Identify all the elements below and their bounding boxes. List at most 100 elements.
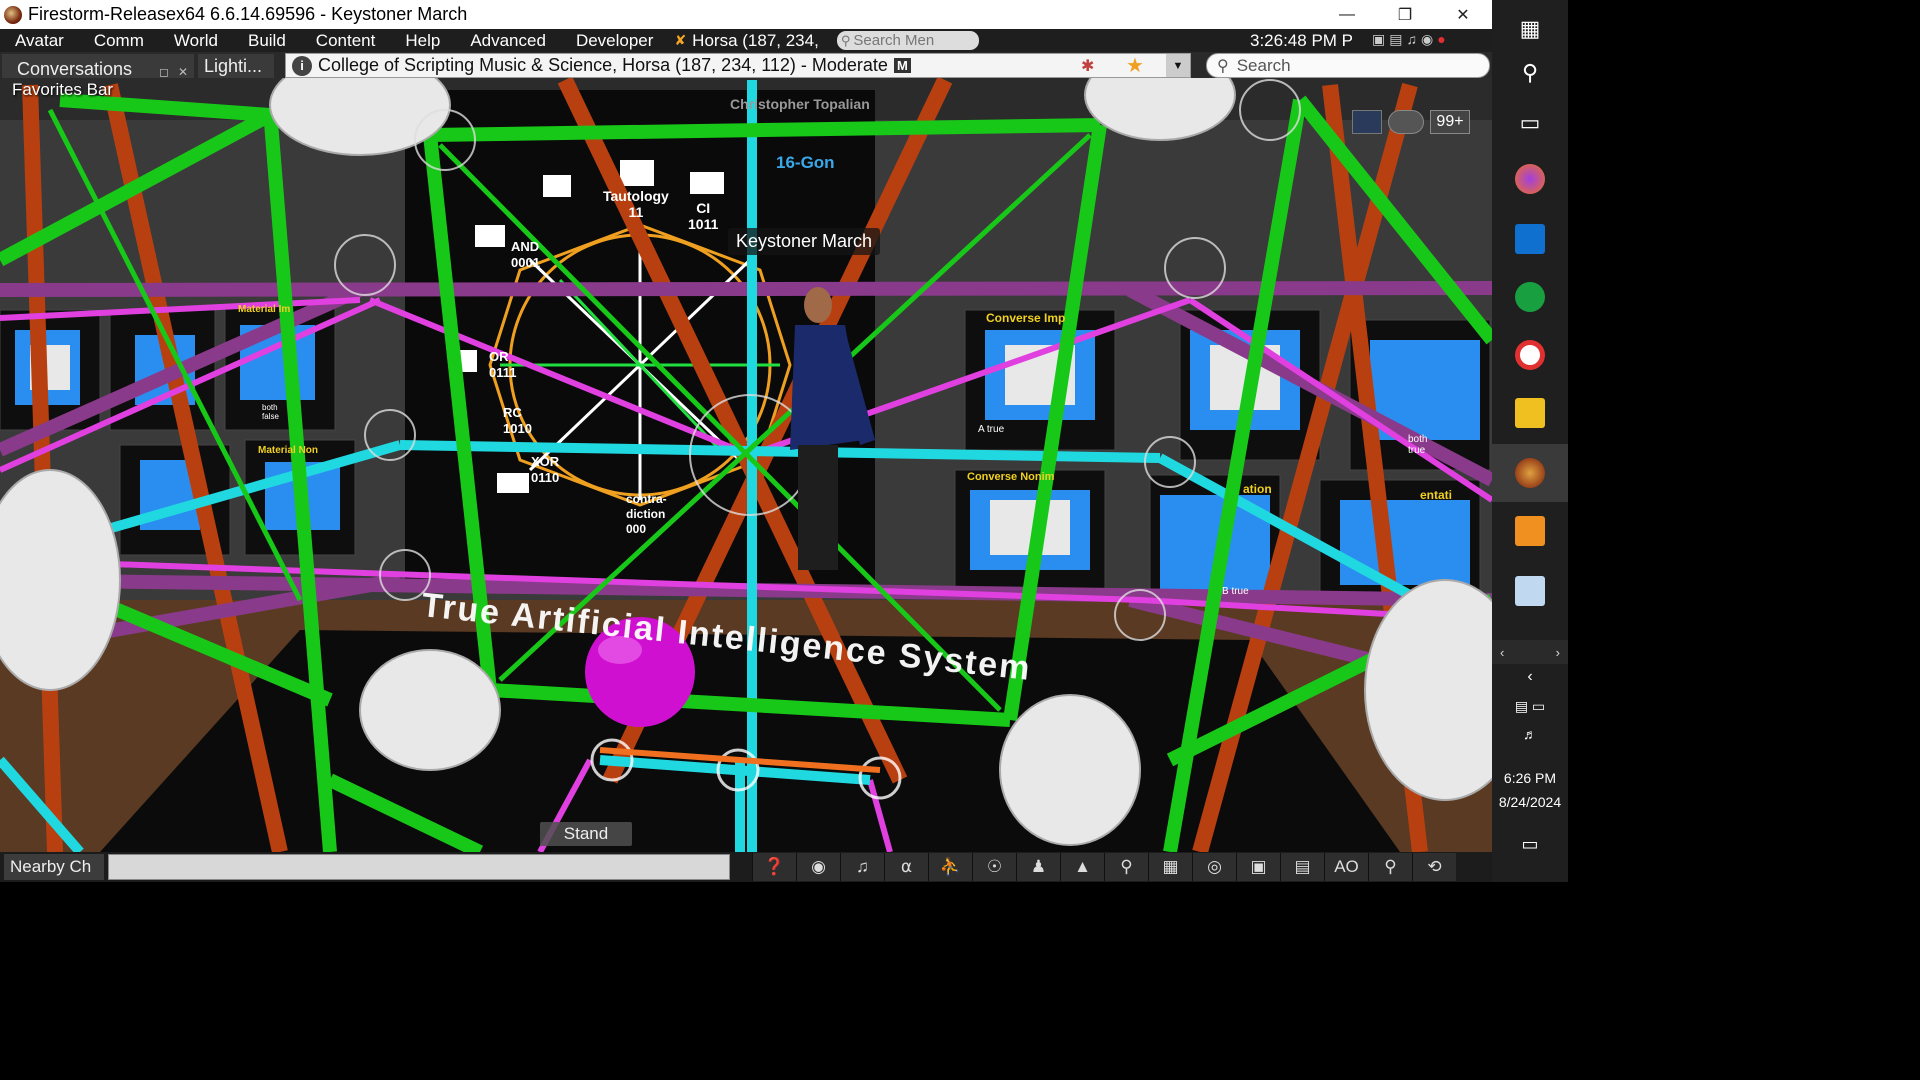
info-icon[interactable]: i xyxy=(292,55,312,76)
panel-label-entati: entati xyxy=(1420,488,1453,502)
firestorm-taskbar-icon[interactable] xyxy=(1492,444,1568,502)
firefox-icon[interactable] xyxy=(1492,150,1568,208)
m-app-icon[interactable] xyxy=(1492,210,1568,268)
ao-button[interactable]: AO xyxy=(1324,853,1368,881)
menu-developer[interactable]: Developer xyxy=(561,31,669,51)
network-icon[interactable]: ▤ ▭ xyxy=(1492,698,1568,715)
menu-bar: Avatar Comm World Build Content Help Adv… xyxy=(0,29,1492,52)
taskbar-date[interactable]: 8/24/2024 xyxy=(1492,794,1568,810)
media-icon[interactable]: ◉ xyxy=(1421,31,1433,48)
label-contradiction-sub: 000 xyxy=(626,522,647,536)
label-rc: RC 1010 xyxy=(503,405,532,437)
yellow-app-icon[interactable] xyxy=(1492,384,1568,442)
menu-advanced[interactable]: Advanced xyxy=(455,31,561,51)
parcel-flags-icon[interactable]: ✱ xyxy=(1081,56,1094,76)
taskbar-time[interactable]: 6:26 PM xyxy=(1492,770,1568,786)
restore-icon[interactable]: ❐ xyxy=(1376,0,1434,29)
menu-help[interactable]: Help xyxy=(390,31,455,51)
bottom-bar: Nearby Ch ❓ ◉ ♫ ⍺ ⛹ ☉ ♟ ▲ ⚲ ▦ ◎ ▣ ▤ AO ⚲… xyxy=(0,852,1492,882)
label-ci-sub: 1011 xyxy=(688,216,719,232)
board-title: 16-Gon xyxy=(776,153,835,172)
panel-label-ation: ation xyxy=(1243,482,1272,496)
tiny-label-a-true: A true xyxy=(978,424,1005,435)
search-icon: ⚲ xyxy=(1217,57,1229,75)
gesture-icon[interactable]: ⟲ xyxy=(1412,853,1456,881)
stand-button[interactable]: Stand xyxy=(540,822,632,846)
chevron-left-icon[interactable]: ‹ xyxy=(1500,645,1504,660)
label-or: OR 0111 xyxy=(489,349,517,381)
volume-mute-icon[interactable]: ● xyxy=(1437,31,1445,48)
conversations-tab[interactable]: Conversations ◻ ✕ xyxy=(2,54,194,79)
menu-location[interactable]: ✘ Horsa (187, 234, xyxy=(674,31,818,51)
label-contradiction-text: contra-diction xyxy=(626,492,667,521)
firestorm-window: Firestorm-Releasex64 6.6.14.69596 - Keys… xyxy=(0,0,1492,882)
inventory-icon[interactable]: ▤ xyxy=(1280,853,1324,881)
music-icon[interactable]: ♫ xyxy=(1406,31,1417,48)
label-and-sub: 0001 xyxy=(511,255,540,270)
notification-count[interactable]: 99+ xyxy=(1430,110,1470,134)
map-icon[interactable]: ▦ xyxy=(1148,853,1192,881)
menu-location-text: Horsa (187, 234, xyxy=(692,30,819,50)
menu-search-input[interactable]: ⚲ Search Men xyxy=(836,31,979,50)
menu-content[interactable]: Content xyxy=(301,31,391,51)
show-hidden-icons-icon[interactable]: ‹ xyxy=(1492,668,1568,686)
favorites-bar[interactable]: Favorites Bar xyxy=(12,80,113,100)
location-input[interactable]: i College of Scripting Music & Science, … xyxy=(285,53,1191,78)
people-icon[interactable]: ♟ xyxy=(1016,853,1060,881)
label-xor-sub: 0110 xyxy=(531,470,560,485)
help-icon[interactable]: ❓ xyxy=(752,853,796,881)
walk-icon[interactable]: ⛹ xyxy=(928,853,972,881)
location-pin-icon[interactable]: ⚲ xyxy=(1368,853,1412,881)
world-viewport[interactable]: Christopher Topalian 16-Gon Tautology 11… xyxy=(0,78,1492,852)
scene-render xyxy=(0,78,1492,852)
map-thumbnail-icon[interactable] xyxy=(1352,110,1382,134)
menu-avatar[interactable]: Avatar xyxy=(0,31,79,51)
camera-icon[interactable]: ▣ xyxy=(1372,31,1385,48)
chat-bubble-icon[interactable] xyxy=(1388,110,1424,134)
label-ci: CI 1011 xyxy=(688,200,718,232)
conversations-tab-label: Conversations xyxy=(17,59,133,79)
monitor-app-icon[interactable] xyxy=(1492,562,1568,620)
nearby-chat-button[interactable]: Nearby Ch xyxy=(4,854,104,880)
close-icon[interactable]: ✕ xyxy=(1434,0,1492,29)
no-build-icon: ✘ xyxy=(674,32,687,48)
panel-label-converse-imp: Converse Imp xyxy=(986,311,1066,325)
media-controls: ▣ ▤ ♫ ◉ ● xyxy=(1372,31,1446,48)
label-contradiction: contra-diction 000 xyxy=(626,492,696,537)
radar-icon[interactable]: ◎ xyxy=(1192,853,1236,881)
label-xor: XOR 0110 xyxy=(531,454,559,486)
notification-center-icon[interactable]: ▭ xyxy=(1492,834,1568,855)
label-ci-text: CI xyxy=(696,200,711,216)
tiny-label-b-true: B true xyxy=(1222,586,1249,597)
taskbar-scroll-arrows[interactable]: ‹ › xyxy=(1492,640,1568,664)
snapshot-icon[interactable]: ▣ xyxy=(1236,853,1280,881)
microphone-icon[interactable]: ♫ xyxy=(840,853,884,881)
shirt-icon[interactable]: ▲ xyxy=(1060,853,1104,881)
search-input[interactable]: ⚲ Search xyxy=(1206,53,1490,78)
volume-icon[interactable]: ♬ xyxy=(1492,726,1568,742)
search-icon[interactable]: ⚲ xyxy=(1104,853,1148,881)
chat-input[interactable] xyxy=(108,854,730,880)
label-tautology-text: Tautology xyxy=(603,188,669,204)
chevron-right-icon[interactable]: › xyxy=(1556,645,1560,660)
tiny-label-both-true: both true xyxy=(1408,434,1428,456)
green-app-icon[interactable] xyxy=(1492,268,1568,326)
monitor-icon[interactable]: ▤ xyxy=(1389,31,1402,48)
label-tautology: Tautology 11 xyxy=(603,188,669,220)
menu-world[interactable]: World xyxy=(159,31,233,51)
lighting-tab[interactable]: Lighti... xyxy=(198,54,274,78)
chevron-down-icon[interactable]: ▼ xyxy=(1166,54,1190,77)
menu-comm[interactable]: Comm xyxy=(79,31,159,51)
red-app-icon[interactable] xyxy=(1492,326,1568,384)
headphones-icon[interactable]: ⍺ xyxy=(884,853,928,881)
favorite-star-icon[interactable]: ★ xyxy=(1126,53,1144,78)
label-or-sub: 0111 xyxy=(489,365,517,380)
panel-label-converse-nonim: Converse Nonim xyxy=(967,471,1055,483)
minimize-icon[interactable]: — xyxy=(1318,0,1376,29)
orange-app-icon[interactable] xyxy=(1492,502,1568,560)
task-view-icon[interactable]: ▭ xyxy=(1492,94,1568,152)
board-author: Christopher Topalian xyxy=(730,96,870,112)
menu-build[interactable]: Build xyxy=(233,31,301,51)
speak-bubble-icon[interactable]: ◉ xyxy=(796,853,840,881)
eye-icon[interactable]: ☉ xyxy=(972,853,1016,881)
